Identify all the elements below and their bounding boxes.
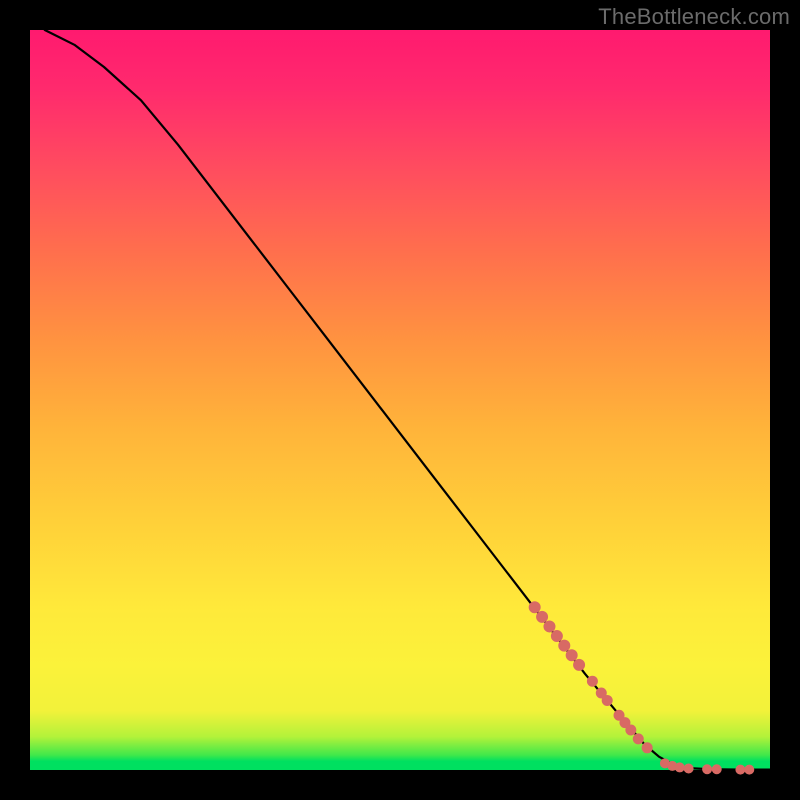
data-marker <box>633 734 643 744</box>
data-marker <box>642 743 652 753</box>
data-marker <box>566 650 577 661</box>
data-marker <box>703 765 712 774</box>
curve-svg <box>30 30 770 770</box>
data-marker <box>559 640 570 651</box>
data-marker <box>544 621 555 632</box>
plot-area <box>30 30 770 770</box>
data-marker <box>551 631 562 642</box>
data-marker <box>602 695 612 705</box>
bottleneck-curve <box>45 30 770 770</box>
data-marker <box>537 611 548 622</box>
data-marker <box>626 725 636 735</box>
watermark-text: TheBottleneck.com <box>598 4 790 30</box>
marker-group <box>529 602 754 774</box>
data-marker <box>574 659 585 670</box>
chart-frame: TheBottleneck.com <box>0 0 800 800</box>
data-marker <box>745 765 754 774</box>
data-marker <box>712 765 721 774</box>
data-marker <box>529 602 540 613</box>
data-marker <box>587 676 597 686</box>
data-marker <box>736 765 745 774</box>
data-marker <box>684 764 693 773</box>
data-marker <box>675 763 684 772</box>
